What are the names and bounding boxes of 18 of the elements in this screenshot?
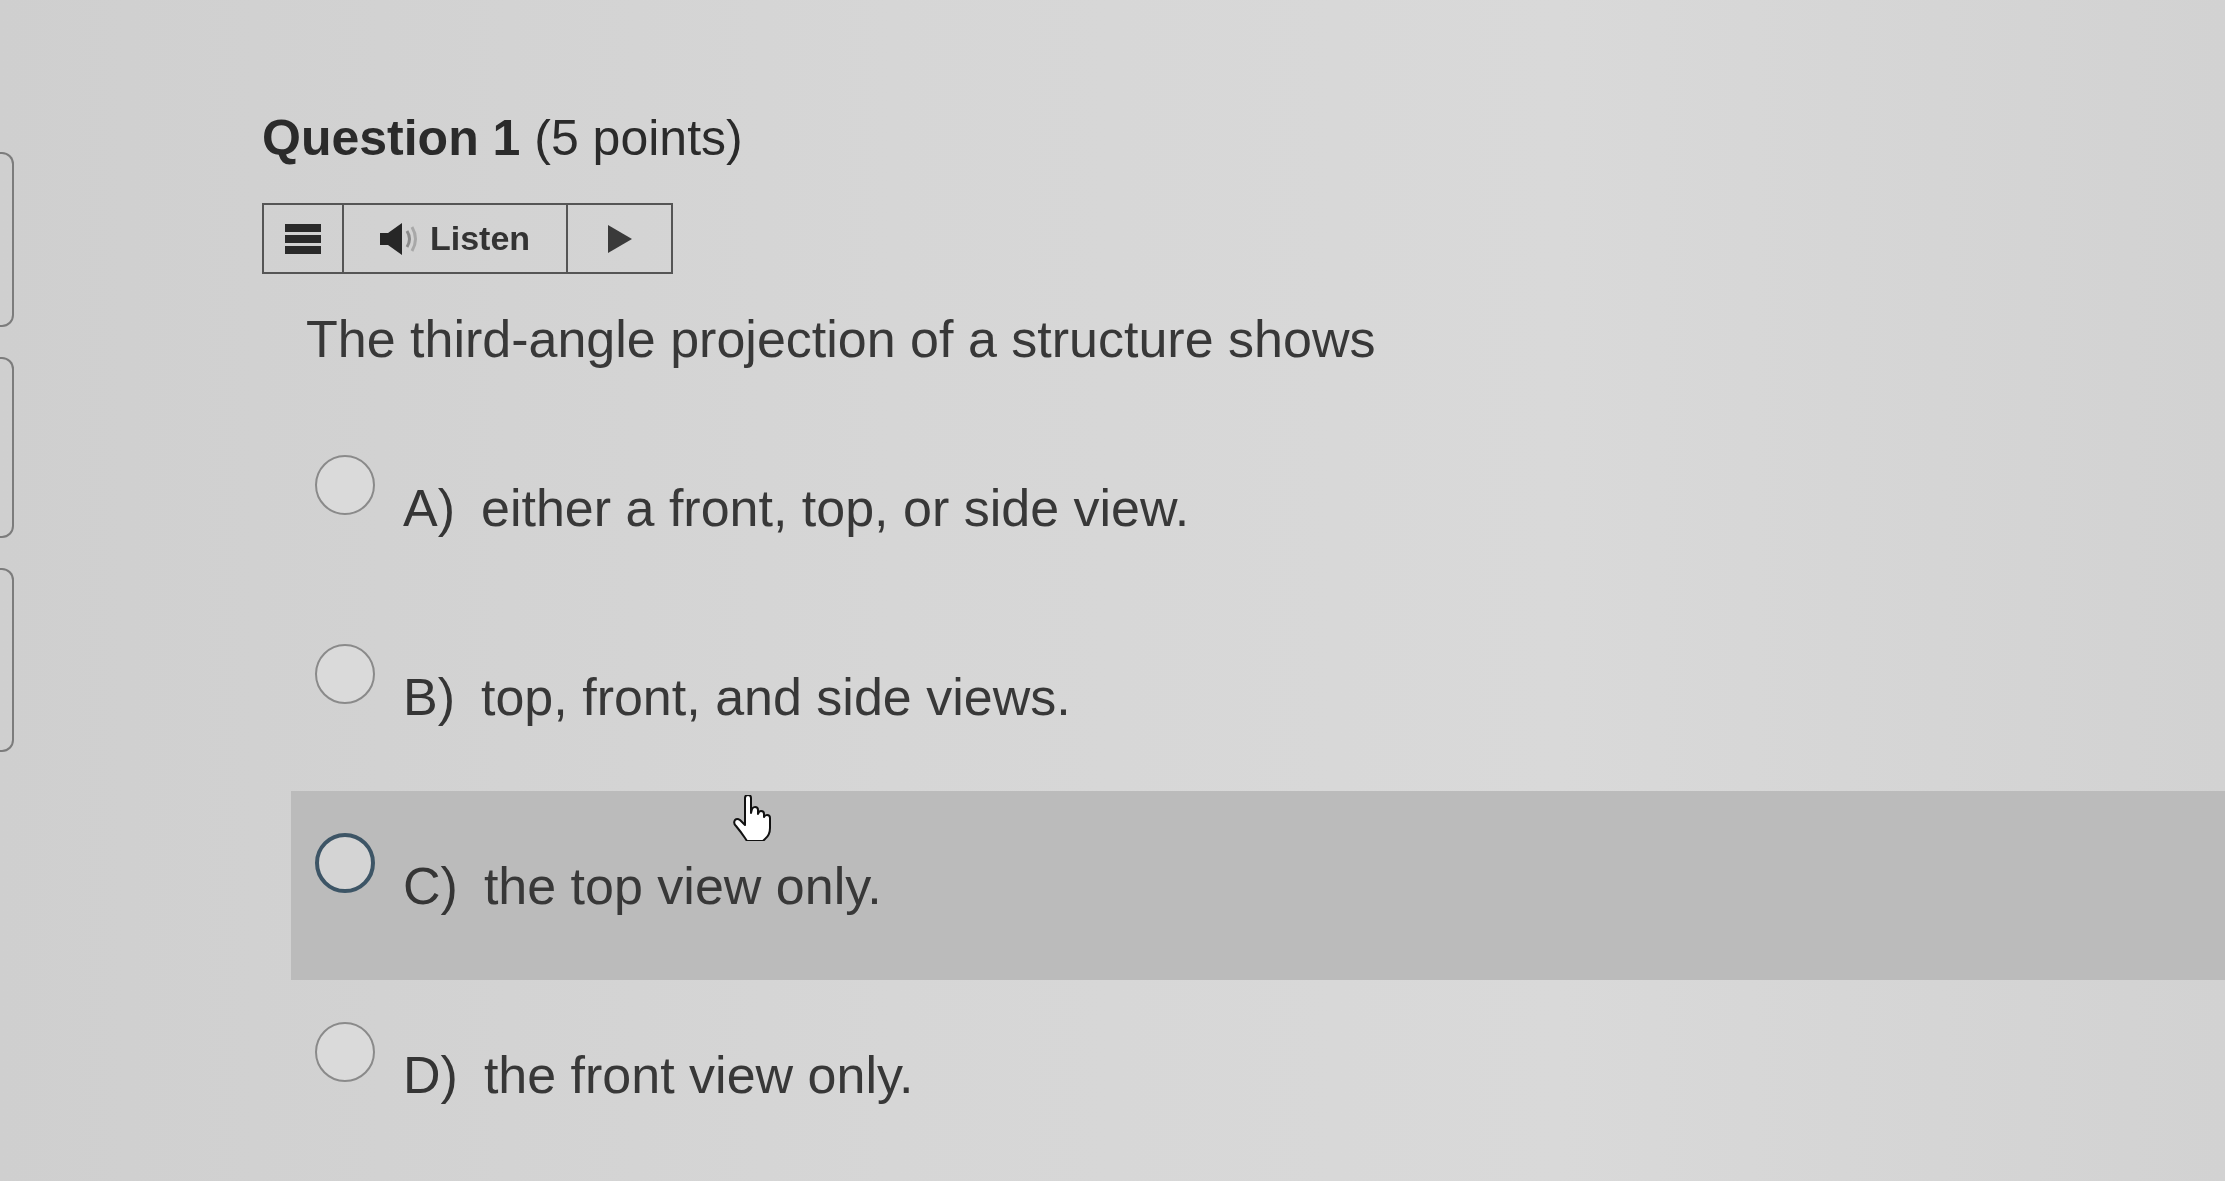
option-row[interactable]: D) the front view only. xyxy=(291,980,2225,1169)
hand-cursor-icon xyxy=(733,795,771,841)
speaker-icon xyxy=(379,221,420,256)
option-row[interactable]: A) either a front, top, or side view. xyxy=(291,413,2225,602)
menu-icon xyxy=(285,223,321,254)
option-letter: A) xyxy=(403,479,455,536)
option-row[interactable]: B) top, front, and side views. xyxy=(291,602,2225,791)
option-letter: D) xyxy=(403,1046,458,1103)
play-icon xyxy=(607,224,632,253)
option-row-highlight[interactable]: C) the top view only. xyxy=(291,791,2225,980)
option-text: the front view only. xyxy=(483,1046,914,1103)
option-text: top, front, and side views. xyxy=(481,668,1071,725)
option-text: the top view only. xyxy=(483,857,882,914)
question-text: The third-angle projection of a structure shows xyxy=(306,311,1376,367)
option-text: either a front, top, or side view. xyxy=(481,479,1190,536)
question-title: Question 1 (5 points) xyxy=(262,110,743,166)
option-letter: C) xyxy=(403,857,458,914)
option-letter: B) xyxy=(403,668,455,725)
